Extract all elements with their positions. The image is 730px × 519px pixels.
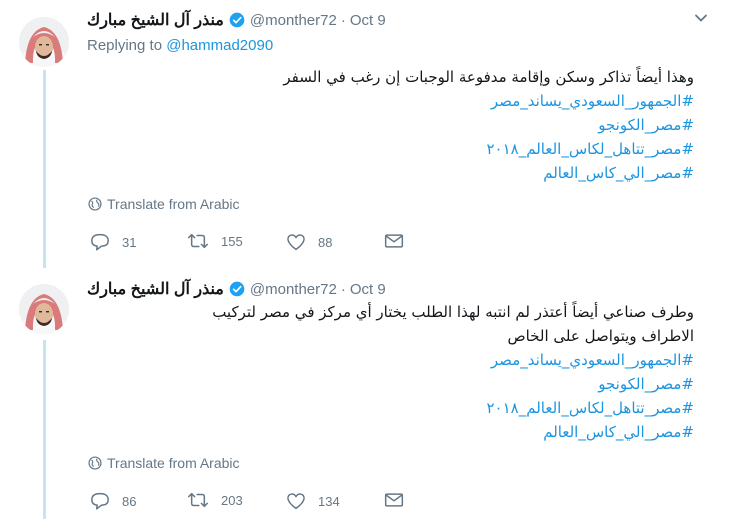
tweet-date[interactable]: Oct 9	[350, 281, 386, 298]
hashtag-link[interactable]: #مصر_الكونجو	[283, 113, 694, 137]
tweet-text: وطرف صناعي أيضاً أعتذر لم انتبه لهذا الط…	[212, 300, 694, 444]
like-count: 88	[318, 234, 333, 250]
author-handle[interactable]: @monther72	[250, 12, 337, 29]
chevron-down-icon[interactable]	[694, 11, 708, 25]
hashtag-link[interactable]: #مصر_الي_كاس_العالم	[212, 420, 694, 444]
author-name[interactable]: منذر آل الشيخ مبارك	[87, 279, 224, 299]
retweet-icon	[187, 233, 209, 249]
heart-icon	[287, 234, 305, 251]
replying-to: Replying to @hammad2090	[87, 37, 273, 54]
verified-badge-icon	[229, 12, 245, 28]
translate-link[interactable]: Translate from Arabic	[88, 455, 240, 471]
envelope-icon	[384, 493, 404, 507]
hashtag-link[interactable]: #مصر_تتاهل_لكاس_العالم_٢٠١٨	[283, 137, 695, 161]
reply-count: 86	[122, 493, 137, 509]
retweet-count: 155	[221, 233, 243, 249]
tweet[interactable]: منذر آل الشيخ مبارك @monther72 · Oct 9 و…	[0, 278, 730, 519]
reply-button[interactable]: 86	[90, 492, 136, 510]
separator-dot: ·	[340, 11, 346, 29]
translate-label[interactable]: Translate from Arabic	[107, 196, 240, 212]
reply-icon	[91, 233, 109, 251]
hashtag-link[interactable]: #مصر_الكونجو	[212, 372, 694, 396]
avatar[interactable]	[19, 17, 69, 67]
replying-to-label: Replying to	[87, 37, 167, 54]
hashtag-link[interactable]: #مصر_تتاهل_لكاس_العالم_٢٠١٨	[212, 396, 695, 420]
tweet-text: وهذا أيضاً تذاكر وسكن وإقامة مدفوعة الوج…	[283, 65, 694, 185]
like-button[interactable]: 88	[286, 233, 332, 251]
heart-icon	[287, 493, 305, 510]
tweet-header: منذر آل الشيخ مبارك @monther72 · Oct 9	[87, 278, 386, 300]
tweet-text-line: وهذا أيضاً تذاكر وسكن وإقامة مدفوعة الوج…	[283, 68, 694, 86]
avatar[interactable]	[19, 284, 69, 334]
tweet-header: منذر آل الشيخ مبارك @monther72 · Oct 9	[87, 9, 386, 31]
retweet-button[interactable]: 203	[187, 492, 243, 508]
globe-icon	[88, 197, 102, 211]
tweet[interactable]: منذر آل الشيخ مبارك @monther72 · Oct 9 R…	[0, 9, 730, 264]
verified-badge-icon	[229, 281, 245, 297]
globe-icon	[88, 456, 102, 470]
hashtag-link[interactable]: #مصر_الي_كاس_العالم	[283, 161, 694, 185]
retweet-button[interactable]: 155	[187, 233, 243, 249]
direct-message-button[interactable]	[384, 233, 416, 249]
author-name[interactable]: منذر آل الشيخ مبارك	[87, 10, 224, 30]
translate-link[interactable]: Translate from Arabic	[88, 196, 240, 212]
author-handle[interactable]: @monther72	[250, 281, 337, 298]
tweet-text-line: الاطراف ويتواصل على الخاص	[507, 327, 694, 345]
envelope-icon	[384, 234, 404, 248]
hashtag-link[interactable]: #الجمهور_السعودي_يساند_مصر	[283, 89, 694, 113]
tweet-date[interactable]: Oct 9	[350, 12, 386, 29]
tweet-text-line: وطرف صناعي أيضاً أعتذر لم انتبه لهذا الط…	[212, 303, 694, 321]
hashtag-link[interactable]: #الجمهور_السعودي_يساند_مصر	[212, 348, 694, 372]
reply-button[interactable]: 31	[90, 233, 136, 251]
direct-message-button[interactable]	[384, 492, 416, 508]
retweet-icon	[187, 492, 209, 508]
translate-label[interactable]: Translate from Arabic	[107, 455, 240, 471]
reply-icon	[91, 492, 109, 510]
like-button[interactable]: 134	[286, 492, 340, 510]
like-count: 134	[318, 493, 340, 509]
separator-dot: ·	[340, 280, 346, 298]
retweet-count: 203	[221, 492, 243, 508]
reply-mention-link[interactable]: @hammad2090	[166, 37, 273, 54]
reply-count: 31	[122, 234, 137, 250]
